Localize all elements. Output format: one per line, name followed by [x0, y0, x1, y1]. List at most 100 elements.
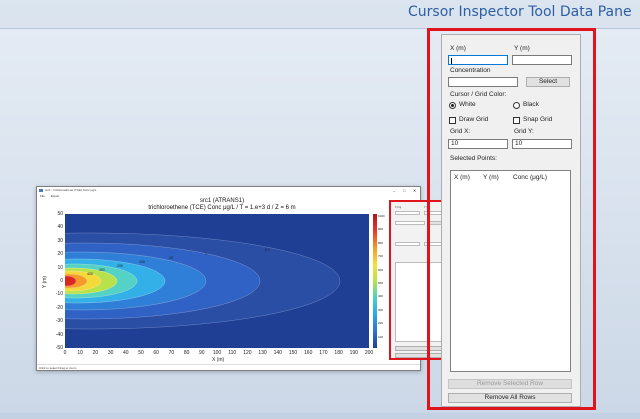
app-statusbar: Click to select Drag to zoom [37, 364, 420, 370]
radio-white-label: White [459, 101, 476, 108]
column-header-y[interactable]: Y (m) [483, 174, 499, 181]
colorbar-tick-label: 100 [378, 334, 384, 339]
colorbar-tick-label: 800 [378, 240, 384, 245]
x-tick-label: 110 [228, 350, 237, 356]
maximize-icon[interactable]: □ [403, 187, 405, 194]
concentration-input[interactable] [448, 77, 518, 87]
x-tick-label: 60 [153, 350, 159, 356]
x-input[interactable] [448, 55, 508, 65]
headline-title: Cursor Inspector Tool Data Pane [408, 4, 632, 20]
colorbar [373, 214, 377, 348]
menu-export[interactable]: Export [51, 194, 60, 198]
x-tick-label: 90 [199, 350, 205, 356]
draw-grid-label: Draw Grid [459, 116, 489, 123]
x-tick-label: 100 [212, 350, 222, 356]
y-axis-title: Y (m) [42, 275, 49, 289]
x-tick-label: 30 [107, 350, 114, 356]
colorbar-tick-label: 200 [378, 321, 384, 326]
colorbar-tick-label: 900 [378, 227, 384, 232]
x-tick-label: 80 [183, 350, 190, 356]
y-tick-label: 0 [60, 278, 63, 284]
x-tick-label: 40 [123, 350, 129, 356]
mini-x-input[interactable] [395, 211, 420, 215]
contour-label: 100 [139, 260, 145, 264]
y-tick-label: -50 [55, 345, 63, 351]
selected-points-label: Selected Points: [450, 155, 497, 162]
x-tick-label: 0 [63, 350, 67, 356]
mini-concentration-input[interactable] [395, 221, 425, 225]
colorbar-tick-label: 300 [378, 307, 384, 312]
colorbar-tick-label: 500 [378, 281, 384, 285]
plot-title-line2: trichloroethene (TCE) Conc μg/L / T = 1.… [148, 205, 296, 211]
contour-plot: 400 300 200 100 10 1 0.1 [65, 232, 341, 330]
contour-label: 300 [99, 268, 105, 272]
remove-all-rows-button[interactable]: Remove All Rows [448, 393, 572, 403]
plot-area[interactable]: 400 300 200 100 10 1 0.1 [65, 214, 369, 348]
mini-x-label: X (m) [395, 206, 402, 209]
app-icon [39, 189, 43, 192]
select-button[interactable]: Select [526, 77, 570, 87]
close-icon[interactable]: ✕ [413, 187, 416, 194]
x-tick-label: 130 [258, 350, 267, 356]
y-input[interactable] [512, 55, 572, 65]
x-tick-label: 120 [243, 350, 252, 356]
y-tick-label: -40 [55, 331, 63, 338]
mini-grid-x-input[interactable] [395, 242, 420, 246]
y-tick-label: -20 [55, 304, 63, 311]
y-tick-label: 30 [57, 237, 63, 244]
app-titlebar: src1 - trichloroethene (TCE) Conc μg/L –… [37, 187, 420, 194]
colorbar-tick-label: 600 [378, 267, 384, 272]
x-label: X (m) [450, 45, 466, 52]
contour-label: 1 [205, 252, 207, 256]
grid-y-input[interactable]: 10 [512, 139, 572, 149]
contour-label: 400 [87, 272, 93, 276]
y-tick-label: 50 [57, 211, 63, 217]
y-tick-label: -10 [55, 291, 63, 298]
cursor-grid-color-label: Cursor / Grid Color: [450, 91, 507, 98]
column-header-x[interactable]: X (m) [454, 174, 470, 181]
x-tick-label: 200 [364, 350, 374, 356]
snap-grid-checkbox[interactable] [513, 117, 520, 124]
plot-title: src1 (ATRANS1) trichloroethene (TCE) Con… [137, 198, 307, 212]
contour-label: 0.1 [265, 248, 270, 252]
colorbar-tick-label: 400 [378, 294, 384, 299]
app-window-title: src1 - trichloroethene (TCE) Conc μg/L [45, 188, 97, 192]
menu-file[interactable]: File [40, 194, 45, 198]
contour-label: 200 [117, 264, 123, 268]
cursor-inspector-pane: X (m) Y (m) Concentration Select Cursor … [441, 34, 581, 407]
grid-x-input[interactable]: 10 [448, 139, 508, 149]
radio-black[interactable] [513, 102, 520, 109]
x-tick-label: 10 [77, 350, 83, 356]
draw-grid-checkbox[interactable] [449, 117, 456, 124]
column-header-conc[interactable]: Conc (μg/L) [513, 174, 547, 181]
y-tick-label: 10 [57, 264, 63, 271]
minimize-icon[interactable]: – [393, 187, 395, 194]
selected-points-list[interactable]: X (m) Y (m) Conc (μg/L) [450, 170, 571, 372]
radio-white[interactable] [449, 102, 456, 109]
x-tick-label: 150 [288, 350, 298, 356]
snap-grid-label: Snap Grid [523, 116, 553, 123]
text-caret [451, 58, 452, 64]
x-tick-label: 70 [168, 350, 175, 356]
x-tick-label: 170 [319, 350, 328, 356]
contour-label: 10 [169, 256, 173, 260]
x-tick-label: 50 [138, 350, 144, 356]
plot-title-line1: src1 (ATRANS1) [199, 198, 245, 204]
y-tick-label: 40 [57, 224, 63, 231]
concentration-label: Concentration [450, 67, 491, 74]
x-axis-title: X (m) [212, 357, 225, 363]
grid-y-label: Grid Y: [514, 128, 534, 135]
x-tick-label: 140 [273, 350, 282, 356]
x-tick-label: 180 [334, 350, 343, 356]
remove-selected-row-button[interactable]: Remove Selected Row [448, 379, 572, 389]
x-tick-label: 160 [304, 350, 313, 356]
grid-x-label: Grid X: [450, 128, 471, 135]
y-tick-label: 20 [57, 251, 63, 258]
y-label: Y (m) [514, 45, 530, 52]
x-tick-label: 20 [92, 350, 99, 356]
app-window: src1 - trichloroethene (TCE) Conc μg/L –… [36, 186, 454, 371]
colorbar-tick-label: 1000 [378, 214, 385, 218]
radio-black-label: Black [523, 101, 539, 108]
x-tick-label: 190 [349, 350, 358, 356]
y-tick-label: -30 [55, 318, 63, 325]
